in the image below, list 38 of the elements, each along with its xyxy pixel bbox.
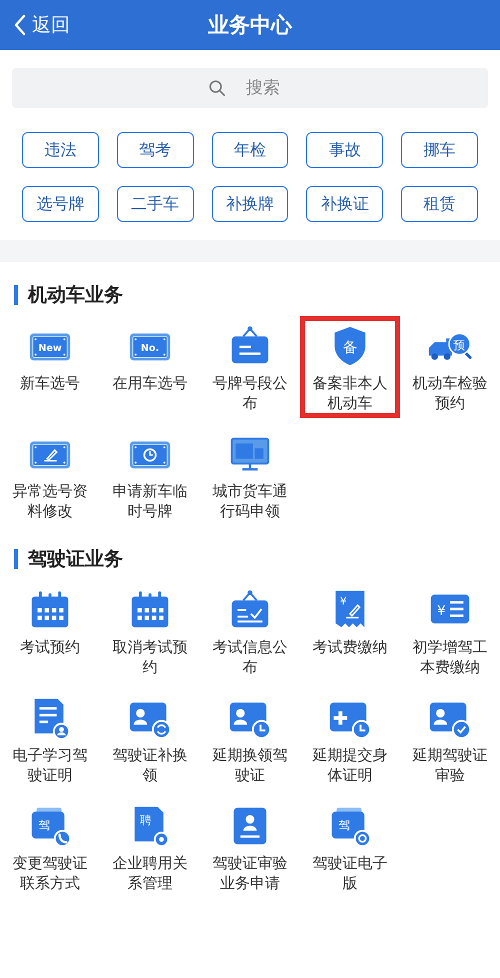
- category-tag[interactable]: 驾考: [116, 132, 194, 168]
- service-item[interactable]: 考试预约: [0, 580, 100, 682]
- service-item[interactable]: 申请新车临时号牌: [100, 424, 200, 526]
- category-tag[interactable]: 违法: [22, 132, 99, 168]
- category-tag[interactable]: 选号牌: [22, 186, 99, 222]
- service-item[interactable]: 驾 变更驾驶证联系方式: [0, 796, 100, 898]
- service-item[interactable]: 备 备案非本人机动车: [300, 316, 400, 418]
- category-tag[interactable]: 挪车: [401, 132, 478, 168]
- service-item[interactable]: 城市货车通行码申领: [200, 424, 300, 526]
- service-item[interactable]: 延期提交身体证明: [300, 688, 400, 790]
- service-item[interactable]: ¥ 考试费缴纳: [300, 580, 400, 682]
- service-item[interactable]: ¥ 初学增驾工本费缴纳: [400, 580, 500, 682]
- category-tag[interactable]: 二手车: [116, 186, 194, 222]
- service-item[interactable]: 延期驾驶证审验: [400, 688, 500, 790]
- section-title: 驾驶证业务: [28, 547, 123, 572]
- category-tag[interactable]: 补换证: [306, 186, 384, 222]
- service-item[interactable]: 异常选号资料修改: [0, 424, 100, 526]
- service-item[interactable]: 聘 企业聘用关系管理: [100, 796, 200, 898]
- service-item[interactable]: 取消考试预约: [100, 580, 200, 682]
- category-tag[interactable]: 事故: [306, 132, 384, 168]
- search-icon: [208, 79, 226, 97]
- service-item[interactable]: 延期换领驾驶证: [200, 688, 300, 790]
- service-item[interactable]: No. 在用车选号: [100, 316, 200, 418]
- service-item[interactable]: 考试信息公布: [200, 580, 300, 682]
- service-item[interactable]: New 新车选号: [0, 316, 100, 418]
- page-title: 业务中心: [208, 12, 292, 39]
- service-item[interactable]: 号牌号段公布: [200, 316, 300, 418]
- service-item[interactable]: 电子学习驾驶证明: [0, 688, 100, 790]
- search-field[interactable]: 搜索: [12, 68, 488, 108]
- service-item[interactable]: 驾 驾驶证电子版: [300, 796, 400, 898]
- category-tag[interactable]: 年检: [212, 132, 288, 168]
- section-title: 机动车业务: [28, 283, 123, 308]
- category-tag[interactable]: 租赁: [401, 186, 478, 222]
- service-item[interactable]: 驾驶证审验业务申请: [200, 796, 300, 898]
- service-item[interactable]: 驾驶证补换领: [100, 688, 200, 790]
- category-tag[interactable]: 补换牌: [212, 186, 288, 222]
- back-button[interactable]: 返回: [12, 10, 72, 40]
- service-item[interactable]: 预 机动车检验预约: [400, 316, 500, 418]
